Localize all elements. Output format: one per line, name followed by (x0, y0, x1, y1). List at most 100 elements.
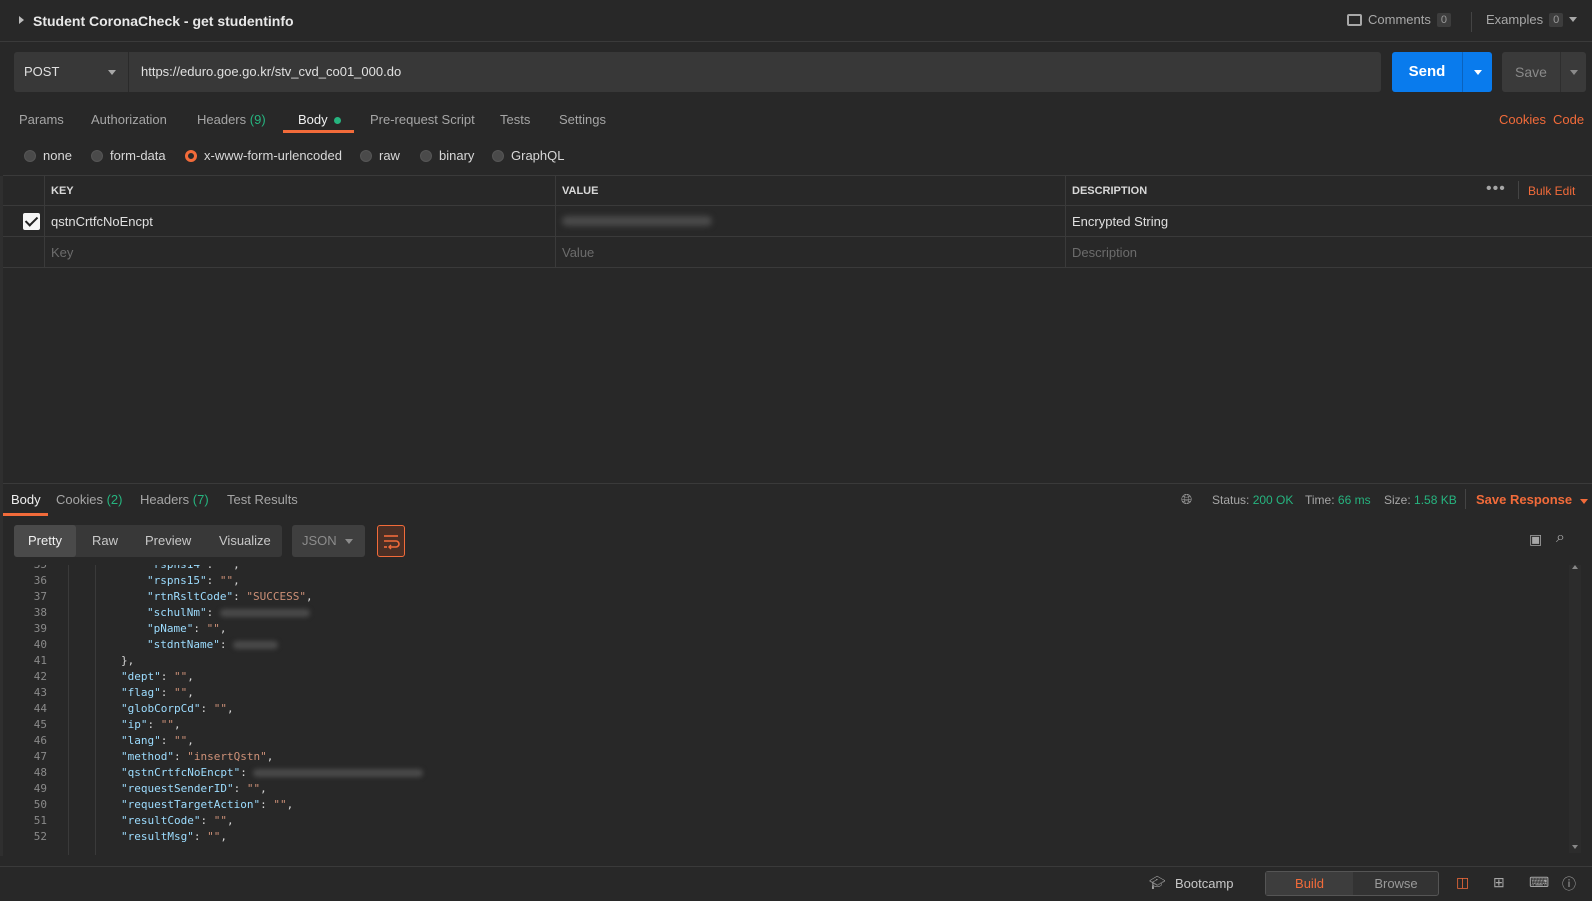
examples-dropdown[interactable]: Examples 0 (1486, 12, 1578, 27)
method-value: POST (24, 64, 60, 79)
table-row-empty: Key Value Description (3, 237, 1592, 268)
more-options-icon[interactable]: ••• (1486, 180, 1506, 198)
layout-icon[interactable]: ⊞ (1493, 874, 1505, 891)
tab-headers[interactable]: Headers (9) (197, 112, 266, 127)
two-pane-icon[interactable]: ◫ (1456, 874, 1469, 891)
radio-label: form-data (110, 148, 166, 163)
table-row: qstnCrtfcNoEncpt Encrypted String (3, 206, 1592, 237)
param-description-cell[interactable]: Encrypted String (1065, 206, 1592, 236)
radio-raw[interactable]: raw (360, 148, 400, 163)
code-text: "requestTargetAction": "", (121, 798, 294, 811)
request-title[interactable]: Student CoronaCheck - get studentinfo (33, 13, 294, 29)
view-pretty-button[interactable]: Pretty (28, 533, 62, 548)
chevron-down-icon (1570, 70, 1578, 75)
response-tab-underline (3, 513, 48, 516)
wrap-lines-button[interactable] (377, 525, 405, 557)
code-text: "flag": "", (121, 686, 194, 699)
new-key-input[interactable]: Key (44, 237, 555, 267)
save-options-button[interactable] (1560, 52, 1586, 92)
tab-settings[interactable]: Settings (559, 112, 606, 127)
response-code-view[interactable]: 35 "rspns14": "", 36 "rspns15": "", 37 "rtnRs… (3, 565, 1569, 855)
tab-authorization[interactable]: Authorization (91, 112, 167, 127)
url-input[interactable]: https://eduro.goe.go.kr/stv_cvd_co01_000… (128, 52, 1381, 92)
wrap-lines-icon (384, 535, 400, 550)
line-number: 36 (33, 574, 47, 587)
scroll-up-icon[interactable] (1572, 565, 1578, 569)
code-line: 46 "lang": "", (3, 733, 1563, 749)
code-line: 47 "method": "insertQstn", (3, 749, 1563, 765)
time-label: Time: (1305, 493, 1335, 507)
response-headers-count: (7) (192, 492, 209, 507)
tab-params[interactable]: Params (19, 112, 64, 127)
tab-prerequest-script[interactable]: Pre-request Script (370, 112, 475, 127)
code-text: "stdntName": (147, 637, 279, 653)
save-button[interactable]: Save (1502, 52, 1560, 92)
response-tab-body[interactable]: Body (11, 492, 41, 507)
code-line: 43 "flag": "", (3, 685, 1563, 701)
comment-icon (1347, 13, 1362, 26)
send-options-button[interactable] (1462, 52, 1492, 92)
chevron-down-icon (345, 539, 353, 544)
tab-tests[interactable]: Tests (500, 112, 530, 127)
line-number: 46 (33, 734, 47, 747)
cookies-link[interactable]: Cookies (1499, 112, 1546, 127)
status-value: 200 OK (1252, 493, 1294, 507)
build-browse-toggle: Build Browse (1265, 871, 1439, 896)
line-number: 39 (33, 622, 47, 635)
view-visualize-button[interactable]: Visualize (219, 533, 271, 548)
search-icon[interactable]: ⌕ (1556, 529, 1565, 547)
build-mode-button[interactable]: Build (1266, 872, 1353, 895)
radio-x-www-form-urlencoded[interactable]: x-www-form-urlencoded (185, 148, 342, 163)
row-enabled-checkbox[interactable] (23, 213, 40, 230)
radio-label: none (43, 148, 72, 163)
comments-button[interactable]: Comments 0 (1347, 12, 1451, 27)
collapse-caret-icon[interactable] (19, 16, 24, 24)
radio-binary[interactable]: binary (420, 148, 474, 163)
method-select[interactable]: POST (14, 52, 128, 92)
body-active-dot (333, 117, 341, 125)
bootcamp-button[interactable]: Bootcamp (1175, 876, 1234, 891)
radio-graphql[interactable]: GraphQL (492, 148, 564, 163)
new-value-input[interactable]: Value (555, 237, 1065, 267)
code-line: 36 "rspns15": "", (3, 573, 1563, 589)
meta-divider (1465, 489, 1466, 509)
globe-icon[interactable]: 🌐︎ (1181, 491, 1192, 508)
keyboard-icon[interactable]: ⌨ (1529, 874, 1549, 891)
param-value-cell[interactable] (555, 206, 1065, 236)
param-key-cell[interactable]: qstnCrtfcNoEncpt (44, 206, 555, 236)
code-line: 42 "dept": "", (3, 669, 1563, 685)
redacted-value (562, 216, 712, 226)
format-select[interactable]: JSON (292, 525, 365, 557)
code-text: "globCorpCd": "", (121, 702, 234, 715)
response-tab-headers-label: Headers (140, 492, 190, 507)
response-tab-cookies[interactable]: Cookies (2) (56, 492, 122, 507)
view-raw-button[interactable]: Raw (92, 533, 118, 548)
code-link[interactable]: Code (1553, 112, 1584, 127)
radio-form-data[interactable]: form-data (91, 148, 166, 163)
response-tab-headers[interactable]: Headers (7) (140, 492, 209, 507)
bulk-edit-link[interactable]: Bulk Edit (1528, 184, 1575, 198)
view-preview-button[interactable]: Preview (145, 533, 191, 548)
code-line: 50 "requestTargetAction": "", (3, 797, 1563, 813)
scroll-down-icon[interactable] (1572, 845, 1578, 849)
code-text: "ip": "", (121, 718, 181, 731)
radio-circle (91, 149, 103, 162)
save-response-button[interactable]: Save Response (1476, 492, 1588, 507)
copy-icon[interactable]: ▣ (1529, 531, 1542, 548)
line-number: 41 (33, 654, 47, 667)
code-text: "qstnCrtfcNoEncpt": (121, 765, 424, 781)
radio-none[interactable]: none (24, 148, 72, 163)
send-button[interactable]: Send (1392, 52, 1462, 92)
tab-body[interactable]: Body (298, 112, 341, 127)
response-tab-test-results[interactable]: Test Results (227, 492, 298, 507)
redacted-value (219, 609, 310, 617)
radio-circle (24, 149, 36, 162)
new-description-input[interactable]: Description (1065, 237, 1592, 267)
response-divider (3, 483, 1592, 484)
code-scrollbar[interactable] (1569, 565, 1581, 853)
radio-circle (492, 149, 504, 162)
browse-mode-button[interactable]: Browse (1353, 872, 1439, 895)
help-icon[interactable]: ⓘ (1562, 874, 1576, 894)
comments-label: Comments (1368, 12, 1431, 27)
line-number: 51 (33, 814, 47, 827)
